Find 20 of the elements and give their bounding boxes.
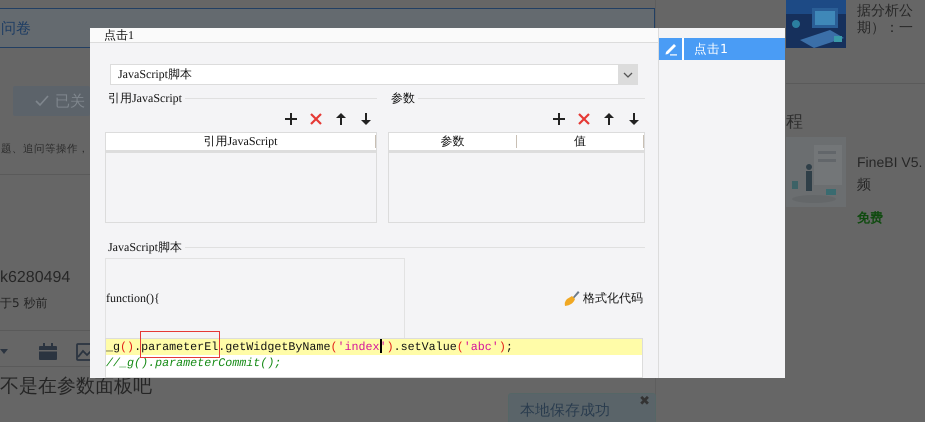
course-title[interactable]: 频	[857, 173, 871, 195]
course-price: 免费	[857, 209, 883, 227]
user-name: k6280494	[0, 269, 70, 287]
column-header[interactable]: 参数	[389, 135, 516, 148]
section-heading: 程	[786, 111, 804, 133]
format-code-button[interactable]: 格式化代码	[563, 290, 643, 307]
code-line: function(){	[106, 291, 160, 306]
post-time: 于5 秒前	[0, 295, 48, 312]
article-title[interactable]: 据分析公	[857, 2, 913, 19]
column-header[interactable]: 值	[516, 135, 644, 148]
hint-text: 题、追问等操作，	[1, 142, 89, 156]
section-legend: 参数	[388, 90, 415, 106]
event-item[interactable]: 点击1	[659, 38, 785, 60]
course-title[interactable]: FineBI V5.	[857, 151, 922, 173]
article-title[interactable]: 期）：一	[857, 19, 913, 36]
type-dropdown[interactable]: JavaScript脚本	[110, 64, 638, 85]
dialog-title: 点击1	[90, 28, 658, 43]
tab-label[interactable]: 问卷	[1, 18, 31, 38]
section-legend: JavaScript脚本	[105, 238, 182, 256]
section-legend: 引用JavaScript	[105, 90, 182, 106]
